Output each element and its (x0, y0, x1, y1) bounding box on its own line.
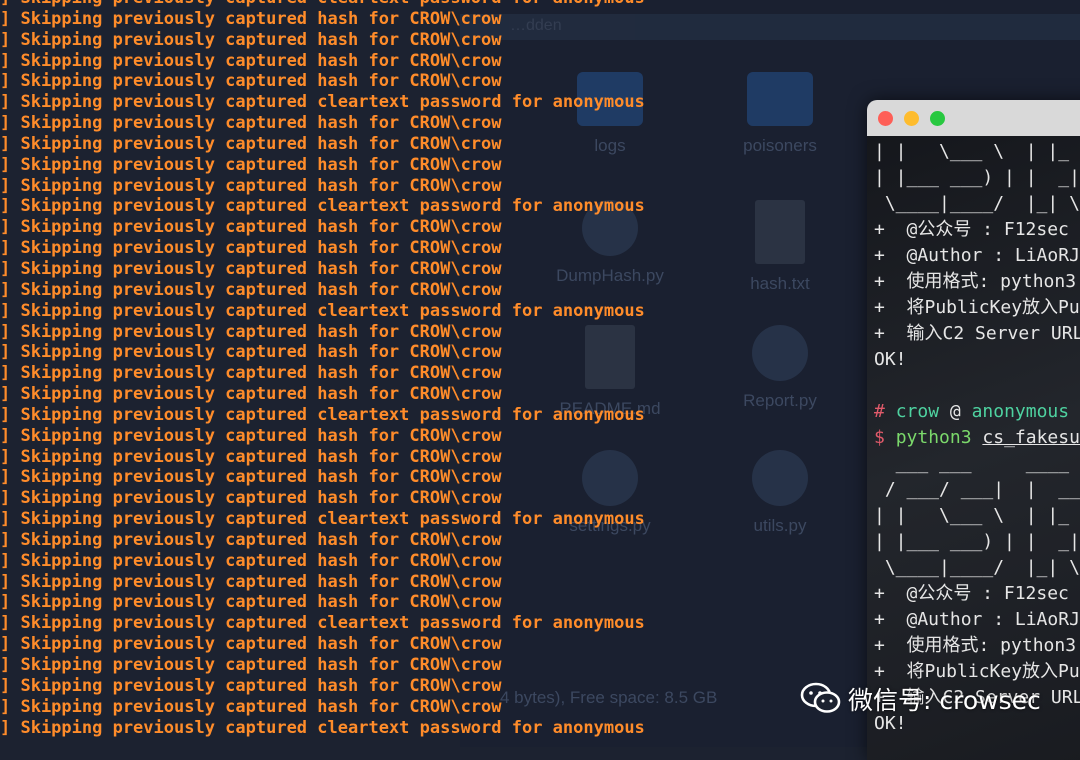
terminal-window[interactable]: | | \___ \ | |_ /| |___ ___) | | _| \___… (867, 100, 1080, 760)
terminal-line: ] Skipping previously captured cleartext… (0, 509, 645, 530)
terminal-line: | | \___ \ | |_ / (874, 139, 1080, 165)
terminal-body[interactable]: | | \___ \ | |_ /| |___ ___) | | _| \___… (867, 136, 1080, 760)
prompt-host: anonymous (972, 401, 1070, 422)
terminal-line: ___ ___ ____ (874, 451, 1080, 477)
terminal-line: + 输入C2 Server URL (874, 321, 1080, 347)
terminal-line: ] Skipping previously captured hash for … (0, 634, 645, 655)
python-file-icon (752, 325, 808, 381)
finder-item-label: hash.txt (710, 274, 850, 294)
terminal-line: ] Skipping previously captured hash for … (0, 592, 645, 613)
terminal-lines: | | \___ \ | |_ /| |___ ___) | | _| \___… (874, 139, 1080, 737)
terminal-line: ] Skipping previously captured hash for … (0, 259, 645, 280)
terminal-line: + @公众号 : F12sec (874, 581, 1080, 607)
terminal-line: ] Skipping previously captured hash for … (0, 9, 645, 30)
python-file-icon (752, 450, 808, 506)
finder-item[interactable]: Report.py (710, 325, 850, 411)
terminal-line: | |___ ___) | | _| (874, 165, 1080, 191)
terminal-line: / ___/ ___| | __ (874, 477, 1080, 503)
document-icon (755, 200, 805, 264)
terminal-titlebar[interactable] (867, 100, 1080, 137)
terminal-line: ] Skipping previously captured cleartext… (0, 405, 645, 426)
terminal-line: + @Author : LiAoRJ (874, 607, 1080, 633)
terminal-line: ] Skipping previously captured hash for … (0, 30, 645, 51)
terminal-line: ] Skipping previously captured cleartext… (0, 92, 645, 113)
terminal-line: ] Skipping previously captured hash for … (0, 572, 645, 593)
terminal-line: ] Skipping previously captured cleartext… (0, 613, 645, 634)
terminal-line: ] Skipping previously captured hash for … (0, 155, 645, 176)
terminal-line: ] Skipping previously captured hash for … (0, 551, 645, 572)
terminal-line: ] Skipping previously captured hash for … (0, 322, 645, 343)
terminal-line: ] Skipping previously captured hash for … (0, 697, 645, 718)
terminal-line (874, 373, 1080, 399)
prompt-hash: # (874, 401, 885, 422)
terminal-line: | | \___ \ | |_ / (874, 503, 1080, 529)
terminal-line: ] Skipping previously captured hash for … (0, 488, 645, 509)
finder-item[interactable]: utils.py (710, 450, 850, 536)
close-button[interactable] (878, 111, 893, 126)
left-terminal-output: ] Skipping previously captured cleartext… (0, 0, 700, 747)
terminal-line: \____|____/ |_| \ (874, 191, 1080, 217)
terminal-line: ] Skipping previously captured hash for … (0, 384, 645, 405)
command-dollar: $ (874, 427, 885, 448)
terminal-line: ] Skipping previously captured cleartext… (0, 196, 645, 217)
maximize-button[interactable] (930, 111, 945, 126)
terminal-line: ] Skipping previously captured hash for … (0, 426, 645, 447)
command-name: python3 (896, 427, 972, 448)
terminal-line: ] Skipping previously captured hash for … (0, 134, 645, 155)
terminal-line: + @公众号 : F12sec (874, 217, 1080, 243)
wechat-icon (800, 682, 842, 714)
terminal-line: ] Skipping previously captured hash for … (0, 176, 645, 197)
finder-item-label: utils.py (710, 516, 850, 536)
finder-item-label: Report.py (710, 391, 850, 411)
left-terminal-lines: ] Skipping previously captured cleartext… (0, 0, 645, 738)
finder-item-label: poisoners (710, 136, 850, 156)
terminal-line: ] Skipping previously captured hash for … (0, 217, 645, 238)
terminal-line: + 使用格式: python3 (874, 269, 1080, 295)
terminal-line: ] Skipping previously captured hash for … (0, 71, 645, 92)
terminal-line: ] Skipping previously captured hash for … (0, 113, 645, 134)
terminal-line: ] Skipping previously captured hash for … (0, 51, 645, 72)
terminal-line: ] Skipping previously captured hash for … (0, 655, 645, 676)
finder-item[interactable]: poisoners (710, 72, 850, 156)
terminal-line: + @Author : LiAoRJ (874, 243, 1080, 269)
terminal-line: OK! (874, 347, 1080, 373)
terminal-line: ] Skipping previously captured hash for … (0, 363, 645, 384)
prompt-user: crow (896, 401, 939, 422)
terminal-line: ] Skipping previously captured hash for … (0, 342, 645, 363)
command-arg: cs_fakesub (982, 427, 1080, 448)
terminal-line: + 使用格式: python3 (874, 633, 1080, 659)
prompt-at: @ (950, 401, 961, 422)
terminal-line: ] Skipping previously captured cleartext… (0, 718, 645, 739)
minimize-button[interactable] (904, 111, 919, 126)
terminal-line: + 将PublicKey放入Pu (874, 295, 1080, 321)
terminal-line: ] Skipping previously captured cleartext… (0, 0, 645, 9)
terminal-line: | |___ ___) | | _| (874, 529, 1080, 555)
shell-command: $ python3 cs_fakesub (874, 425, 1080, 451)
folder-icon (747, 72, 813, 126)
terminal-line: \____|____/ |_| \ (874, 555, 1080, 581)
terminal-line: ] Skipping previously captured cleartext… (0, 301, 645, 322)
finder-item[interactable]: hash.txt (710, 200, 850, 294)
terminal-line: ] Skipping previously captured hash for … (0, 447, 645, 468)
terminal-line: ] Skipping previously captured hash for … (0, 238, 645, 259)
terminal-line: ] Skipping previously captured hash for … (0, 467, 645, 488)
shell-prompt: # crow @ anonymous i (874, 399, 1080, 425)
terminal-line: ] Skipping previously captured hash for … (0, 676, 645, 697)
terminal-line: ] Skipping previously captured hash for … (0, 530, 645, 551)
terminal-line: ] Skipping previously captured hash for … (0, 280, 645, 301)
watermark-text: 微信号: crowsec (848, 681, 1041, 717)
